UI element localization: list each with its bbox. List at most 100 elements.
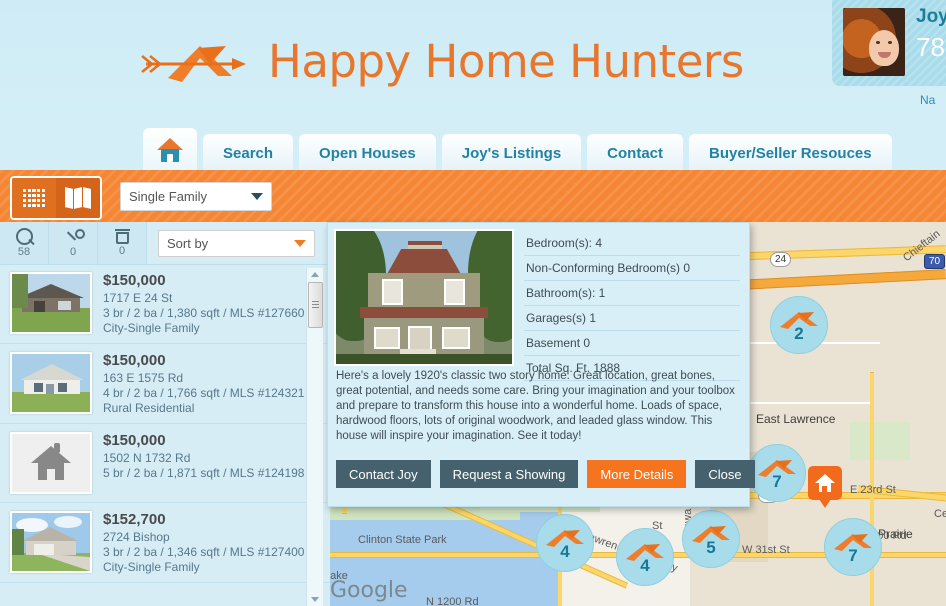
route-shield: 24 — [770, 252, 792, 267]
listing-address: 1717 E 24 St — [103, 291, 173, 305]
more-details-button[interactable]: More Details — [587, 460, 687, 488]
key-icon — [65, 228, 85, 245]
listing-info: $150,000 163 E 1575 Rd 4 br / 2 ba / 1,7… — [92, 352, 304, 415]
site-logo[interactable]: Happy Home Hunters — [140, 34, 744, 88]
map-marker-cluster[interactable]: 4 — [616, 528, 674, 586]
property-photo — [334, 229, 514, 366]
view-toggle-group — [10, 176, 102, 220]
map-attribution: Google — [330, 578, 408, 603]
saved-results-tool[interactable]: 0 — [49, 222, 98, 264]
listing-price: $152,700 — [103, 511, 166, 528]
list-item[interactable]: $152,700 2724 Bishop 3 br / 2 ba / 1,346… — [0, 503, 330, 583]
listing-list[interactable]: $150,000 1717 E 24 St 3 br / 2 ba / 1,38… — [0, 264, 330, 606]
map-green-east — [850, 422, 910, 460]
list-item[interactable]: $150,000 1502 N 1732 Rd 5 br / 2 ba / 1,… — [0, 424, 330, 503]
spec-non-conforming-bedrooms: Non-Conforming Bedroom(s) 0 — [524, 256, 740, 281]
search-results-tool[interactable]: 58 — [0, 222, 49, 264]
search-icon — [15, 228, 33, 245]
map-label: N 1200 Rd — [426, 596, 479, 606]
listing-info: $152,700 2724 Bishop 3 br / 2 ba / 1,346… — [92, 511, 304, 574]
property-description: Here's a lovely 1920's classic two story… — [336, 370, 735, 442]
roof-logo-icon — [692, 526, 730, 543]
agent-card[interactable]: Joy 78 — [832, 0, 946, 86]
spec-garages: Garages(s) 1 — [524, 306, 740, 331]
listing-meta: 4 br / 2 ba / 1,766 sqft / MLS #124321 — [103, 386, 305, 400]
listing-meta: 5 br / 2 ba / 1,871 sqft / MLS #124198 — [103, 466, 305, 480]
trash-icon — [114, 229, 130, 244]
request-showing-button[interactable]: Request a Showing — [439, 460, 579, 488]
listing-type: Rural Residential — [103, 401, 195, 415]
scroll-down-icon[interactable] — [311, 597, 319, 602]
listing-address: 163 E 1575 Rd — [103, 371, 184, 385]
roof-logo-icon — [626, 544, 664, 561]
popup-actions: Contact Joy Request a Showing More Detai… — [336, 460, 755, 488]
property-detail-popup: Bedroom(s): 4 Non-Conforming Bedroom(s) … — [327, 222, 755, 507]
listing-type: City-Single Family — [103, 321, 200, 335]
listing-meta: 3 br / 2 ba / 1,380 sqft / MLS #127660 — [103, 306, 305, 320]
agent-nav-link[interactable]: Na — [920, 93, 935, 107]
listing-meta: 3 br / 2 ba / 1,346 sqft / MLS #127400 — [103, 545, 305, 559]
roof-logo-icon — [780, 312, 818, 329]
sort-by-select[interactable]: Sort by — [158, 230, 315, 257]
listing-thumbnail-placeholder — [10, 432, 92, 494]
app-root: Happy Home Hunters Joy 78 Na Search Open… — [0, 0, 946, 606]
chevron-down-icon — [294, 240, 306, 247]
map-marker-cluster[interactable]: 4 — [536, 514, 594, 572]
listing-type: City-Single Family — [103, 560, 200, 574]
house-placeholder-icon — [12, 434, 90, 492]
list-item[interactable]: $150,000 1717 E 24 St 3 br / 2 ba / 1,38… — [0, 264, 330, 344]
spec-bedrooms: Bedroom(s): 4 — [524, 231, 740, 256]
grid-view-icon[interactable] — [12, 178, 56, 218]
map-label: East Lawrence — [756, 412, 836, 426]
map-marker-cluster[interactable]: 7 — [748, 444, 806, 502]
listing-thumbnail — [10, 511, 92, 573]
agent-phone: 78 — [916, 32, 945, 62]
listing-scrollbar[interactable] — [306, 268, 323, 606]
agent-avatar — [843, 8, 905, 76]
map-label: E 23rd St — [850, 484, 896, 496]
listing-price: $150,000 — [103, 352, 166, 369]
listing-address: 1502 N 1732 Rd — [103, 451, 191, 465]
spec-basement: Basement 0 — [524, 331, 740, 356]
house-pin-icon[interactable] — [808, 466, 842, 508]
listing-price: $150,000 — [103, 432, 166, 449]
listing-price: $150,000 — [103, 272, 166, 289]
trash-results-tool[interactable]: 0 — [98, 222, 147, 264]
contact-joy-button[interactable]: Contact Joy — [336, 460, 431, 488]
list-item[interactable]: $150,000 163 E 1575 Rd 4 br / 2 ba / 1,7… — [0, 344, 330, 424]
arrow-roof-logo-icon — [140, 34, 258, 88]
nav-item-open-houses[interactable]: Open Houses — [299, 134, 436, 172]
nav-item-joys-listings[interactable]: Joy's Listings — [441, 134, 582, 172]
property-type-value: Single Family — [129, 189, 208, 204]
nav-item-home[interactable] — [143, 128, 197, 172]
map-view-icon[interactable] — [56, 178, 100, 218]
listing-address: 2724 Bishop — [103, 530, 170, 544]
map-marker-cluster[interactable]: 5 — [682, 510, 740, 568]
site-title: Happy Home Hunters — [268, 34, 744, 88]
scrollbar-thumb[interactable] — [308, 282, 323, 328]
spec-bathrooms: Bathroom(s): 1 — [524, 281, 740, 306]
chevron-down-icon — [251, 193, 263, 200]
main-navigation: Search Open Houses Joy's Listings Contac… — [143, 128, 892, 172]
close-button[interactable]: Close — [695, 460, 755, 488]
scroll-up-icon[interactable] — [311, 272, 319, 277]
listing-info: $150,000 1502 N 1732 Rd 5 br / 2 ba / 1,… — [92, 432, 304, 494]
property-type-select[interactable]: Single Family — [120, 182, 272, 211]
nav-item-contact[interactable]: Contact — [587, 134, 684, 172]
map-marker-cluster[interactable]: 7 — [824, 518, 882, 576]
roof-logo-icon — [758, 460, 796, 477]
map-marker-cluster[interactable]: 2 — [770, 296, 828, 354]
map-label: Clinton State Park — [358, 534, 447, 546]
site-header: Happy Home Hunters Joy 78 Na — [0, 0, 946, 125]
agent-name: Joy — [916, 6, 946, 27]
map-label: W 31st St — [742, 544, 790, 556]
listing-thumbnail — [10, 352, 92, 414]
roof-logo-icon — [834, 534, 872, 551]
search-results-count: 58 — [17, 246, 31, 258]
search-toolbar: Single Family City Price $150k - $165000… — [0, 170, 946, 394]
nav-item-buyer-seller-resources[interactable]: Buyer/Seller Resouces — [689, 134, 892, 172]
results-panel: 58 0 0 Sort by $150,000 1717 E 24 St 3 b… — [0, 222, 330, 606]
nav-item-search[interactable]: Search — [203, 134, 294, 172]
saved-results-count: 0 — [69, 245, 77, 258]
route-shield: 70 — [924, 254, 946, 269]
